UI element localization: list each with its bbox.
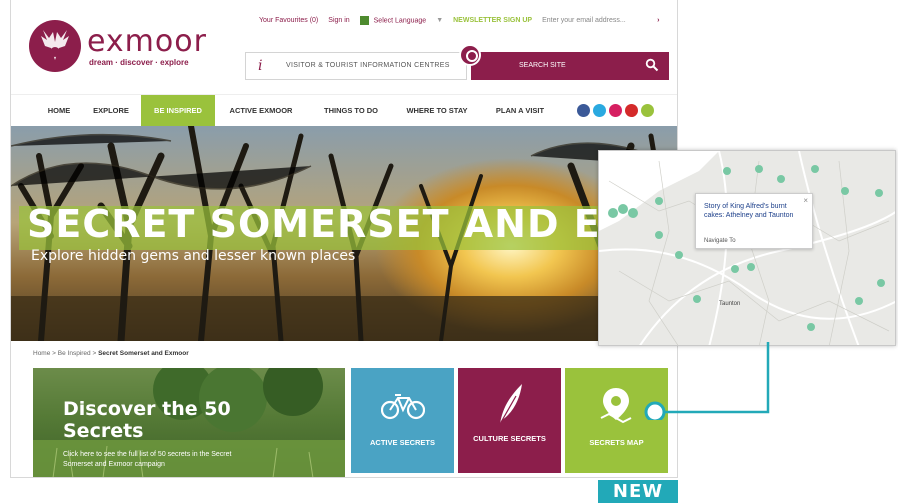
breadcrumb-separator: > bbox=[92, 350, 97, 357]
feather-icon bbox=[499, 384, 522, 425]
sign-in-link[interactable]: Sign in bbox=[328, 17, 349, 24]
youtube-icon[interactable] bbox=[625, 104, 638, 117]
map-place-label: Taunton bbox=[719, 301, 741, 307]
breadcrumb-current: Secret Somerset and Exmoor bbox=[98, 350, 189, 357]
breadcrumb-be-inspired[interactable]: Be Inspired bbox=[58, 350, 91, 357]
exmoor-logo[interactable]: exmoor dream · discover · explore bbox=[29, 20, 219, 75]
hero-title: SECRET SOMERSET AND EXMOOR bbox=[27, 202, 677, 246]
logo-wordmark: exmoor bbox=[87, 24, 207, 59]
language-select[interactable]: Select Language bbox=[359, 16, 427, 25]
newsletter-submit-button[interactable]: › bbox=[657, 17, 659, 24]
website-frame: exmoor dream · discover · explore Your F… bbox=[10, 0, 678, 478]
callout-connector bbox=[644, 342, 770, 420]
language-dropdown-icon[interactable]: ▼ bbox=[436, 17, 443, 24]
breadcrumb-separator: > bbox=[52, 350, 56, 357]
language-label: Select Language bbox=[373, 17, 427, 25]
map-popup-title[interactable]: Story of King Alfred's burnt cakes: Athe… bbox=[704, 202, 804, 220]
close-icon[interactable]: × bbox=[803, 196, 808, 205]
discover-title: Discover the 50 Secrets bbox=[63, 398, 231, 442]
favourites-link[interactable]: Your Favourites (0) bbox=[259, 17, 318, 24]
hero-banner: SECRET SOMERSET AND EXMOOR Explore hidde… bbox=[11, 126, 677, 341]
rss-icon[interactable] bbox=[641, 104, 654, 117]
search-input[interactable]: SEARCH SITE bbox=[519, 62, 566, 69]
twitter-icon[interactable] bbox=[593, 104, 606, 117]
active-secrets-label: ACTIVE SECRETS bbox=[369, 438, 435, 447]
map-popup-link[interactable]: Navigate To bbox=[704, 238, 736, 244]
nav-item-where-to-stay[interactable]: WHERE TO STAY bbox=[397, 95, 477, 127]
site-header: exmoor dream · discover · explore Your F… bbox=[11, 0, 677, 92]
map-info-popup: × Story of King Alfred's burnt cakes: At… bbox=[695, 193, 813, 249]
site-search[interactable]: SEARCH SITE bbox=[471, 52, 669, 80]
culture-secrets-tile[interactable]: CULTURE SECRETS bbox=[458, 368, 561, 473]
globe-icon bbox=[359, 16, 369, 25]
nav-item-be-inspired[interactable]: BE INSPIRED bbox=[141, 95, 215, 127]
main-nav: HOME EXPLORE BE INSPIRED ACTIVE EXMOOR T… bbox=[11, 94, 677, 127]
newsletter-email-input[interactable]: Enter your email address... bbox=[542, 17, 647, 24]
hero-subtitle: Explore hidden gems and lesser known pla… bbox=[31, 248, 356, 264]
nav-item-explore[interactable]: EXPLORE bbox=[85, 95, 137, 127]
breadcrumb: Home > Be Inspired > Secret Somerset and… bbox=[33, 350, 189, 357]
active-secrets-tile[interactable]: ACTIVE SECRETS bbox=[351, 368, 454, 473]
secrets-map-preview[interactable]: × Story of King Alfred's burnt cakes: At… bbox=[598, 150, 896, 346]
nav-item-active-exmoor[interactable]: ACTIVE EXMOOR bbox=[221, 95, 301, 127]
bicycle-icon bbox=[381, 394, 425, 420]
new-badge: NEW bbox=[598, 480, 678, 503]
stag-logo-icon bbox=[29, 20, 81, 72]
visitor-centres-link[interactable]: i VISITOR & TOURIST INFORMATION CENTRES bbox=[245, 52, 467, 80]
nav-item-home[interactable]: HOME bbox=[37, 95, 81, 127]
location-pin-icon bbox=[459, 44, 481, 66]
secrets-map-label: SECRETS MAP bbox=[589, 438, 644, 447]
nav-item-plan-a-visit[interactable]: PLAN A VISIT bbox=[485, 95, 555, 127]
newsletter-label: NEWSLETTER SIGN UP bbox=[453, 17, 533, 24]
culture-secrets-label: CULTURE SECRETS bbox=[473, 434, 546, 443]
nav-item-things-to-do[interactable]: THINGS TO DO bbox=[311, 95, 391, 127]
breadcrumb-home[interactable]: Home bbox=[33, 350, 50, 357]
search-icon[interactable] bbox=[645, 58, 659, 72]
top-utility-links: Your Favourites (0) Sign in Select Langu… bbox=[259, 16, 659, 25]
map-pin-icon bbox=[600, 388, 632, 424]
facebook-icon[interactable] bbox=[577, 104, 590, 117]
visitor-centres-label: VISITOR & TOURIST INFORMATION CENTRES bbox=[286, 62, 450, 69]
discover-link[interactable]: Click here to see the full list of 50 se… bbox=[63, 450, 263, 470]
info-icon: i bbox=[258, 58, 263, 74]
logo-tagline: dream · discover · explore bbox=[89, 58, 189, 67]
flickr-icon[interactable] bbox=[609, 104, 622, 117]
discover-secrets-panel[interactable]: Discover the 50 Secrets Click here to se… bbox=[33, 368, 345, 477]
